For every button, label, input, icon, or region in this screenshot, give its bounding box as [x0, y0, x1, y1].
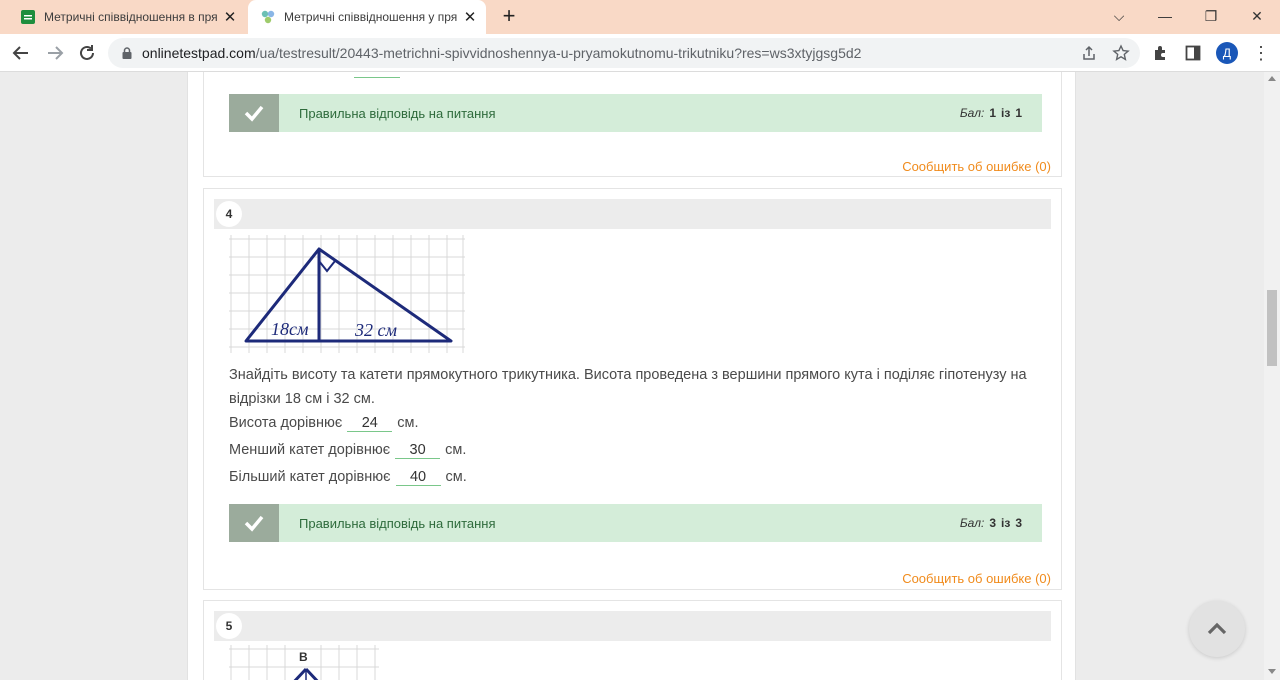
forward-arrow-icon[interactable]: [42, 40, 68, 66]
minimize-button[interactable]: —: [1142, 4, 1188, 28]
back-to-top-button[interactable]: [1189, 601, 1245, 657]
answer-prefix: Висота дорівнює: [229, 415, 343, 431]
score-got: 1: [989, 106, 996, 120]
url-path: /ua/testresult/20443-metrichni-spivvidno…: [255, 45, 862, 61]
question-number: 4: [216, 201, 242, 227]
segment-label-left: 18см: [271, 319, 309, 339]
score: Бал: 1 із 1: [960, 106, 1022, 120]
tab-search-icon[interactable]: ⌵: [1096, 4, 1142, 28]
url-text: onlinetestpad.com/ua/testresult/20443-me…: [142, 45, 861, 61]
lock-icon: [122, 47, 132, 59]
vertex-label-b: B: [299, 650, 308, 664]
question-5-figure: B: [229, 645, 379, 680]
report-error-link[interactable]: Сообщить об ошибке (0): [902, 159, 1051, 174]
browser-toolbar: onlinetestpad.com/ua/testresult/20443-me…: [0, 34, 1280, 72]
page-scrollbar[interactable]: [1264, 72, 1280, 680]
chevron-up-icon: [1207, 622, 1227, 635]
score-max: 3: [1015, 516, 1022, 530]
page-viewport: Правильна відповідь на питання Бал: 1 із 1 …: [0, 72, 1264, 680]
question-header: 4: [214, 199, 1051, 229]
tab-1-close-icon[interactable]: ✕: [220, 8, 240, 26]
result-text: Правильна відповідь на питання: [299, 105, 496, 121]
close-window-button[interactable]: ✕: [1234, 4, 1280, 28]
question-card-4: 4 18см 32 см Знайдіть висоту та катети п…: [203, 188, 1062, 590]
triangle-figure: 18см 32 см: [229, 235, 465, 353]
question-header: 5: [214, 611, 1051, 641]
question-text: Знайдіть висоту та катети прямокутного т…: [229, 367, 1027, 407]
result-bar-correct: Правильна відповідь на питання Бал: 3 із 3: [229, 504, 1042, 542]
side-panel-icon[interactable]: [1184, 44, 1202, 62]
score-of: із: [1001, 516, 1011, 530]
partial-answer-underline: [354, 77, 400, 78]
tab-2-close-icon[interactable]: ✕: [460, 8, 480, 26]
answer-line-short-leg: Менший катет дорівнює 30 см.: [229, 439, 466, 461]
url-host: onlinetestpad.com: [142, 45, 256, 61]
share-icon[interactable]: [1080, 44, 1098, 62]
tab-2-active[interactable]: Метричні співвідношення у пря ✕: [248, 0, 486, 34]
tab-strip: Метричні співвідношення в пря ✕ Метричні…: [0, 0, 1280, 34]
testpad-favicon-icon: [261, 10, 275, 24]
score-label: Бал:: [959, 516, 985, 530]
bookmark-star-icon[interactable]: [1112, 44, 1130, 62]
answer-prefix: Менший катет дорівнює: [229, 442, 391, 458]
tab-1[interactable]: Метричні співвідношення в пря ✕: [8, 0, 244, 34]
report-error-link[interactable]: Сообщить об ошибке (0): [902, 571, 1051, 586]
answer-suffix: см.: [445, 469, 467, 485]
segment-label-right: 32 см: [354, 320, 397, 340]
answer-field-short-leg: 30: [395, 442, 441, 459]
tab-2-title: Метричні співвідношення у пря: [284, 10, 458, 24]
question-number: 5: [216, 613, 242, 639]
browser-menu-icon[interactable]: ⋮: [1252, 44, 1270, 62]
test-result-page: Правильна відповідь на питання Бал: 1 із 1 …: [187, 72, 1076, 680]
score: Бал: 3 із 3: [960, 516, 1022, 530]
score-max: 1: [1015, 106, 1022, 120]
answer-line-height: Висота дорівнює 24 см.: [229, 412, 419, 434]
sheet-favicon-icon: [21, 10, 35, 24]
restore-button[interactable]: ❐: [1188, 4, 1234, 28]
check-icon: [229, 94, 279, 132]
answer-suffix: см.: [445, 442, 467, 458]
new-tab-button[interactable]: +: [498, 5, 520, 27]
score-label: Бал:: [959, 106, 985, 120]
check-icon: [229, 504, 279, 542]
scroll-thumb[interactable]: [1267, 290, 1277, 366]
result-text: Правильна відповідь на питання: [299, 515, 496, 531]
answer-prefix: Більший катет дорівнює: [229, 469, 391, 485]
result-bar-correct: Правильна відповідь на питання Бал: 1 із 1: [229, 94, 1042, 132]
score-got: 3: [989, 516, 996, 530]
scroll-down-arrow-icon[interactable]: [1268, 669, 1276, 674]
address-bar[interactable]: onlinetestpad.com/ua/testresult/20443-me…: [108, 38, 1140, 68]
tab-1-title: Метричні співвідношення в пря: [44, 10, 218, 24]
reload-icon[interactable]: [74, 40, 100, 66]
answer-line-long-leg: Більший катет дорівнює 40 см.: [229, 466, 467, 488]
scroll-up-arrow-icon[interactable]: [1268, 76, 1276, 81]
answer-field-height: 24: [347, 415, 393, 432]
answer-suffix: см.: [397, 415, 419, 431]
extensions-puzzle-icon[interactable]: [1152, 44, 1170, 62]
answer-field-long-leg: 40: [395, 469, 441, 486]
score-of: із: [1001, 106, 1011, 120]
question-card-5: 5 B: [203, 600, 1062, 680]
profile-avatar[interactable]: Д: [1216, 42, 1238, 64]
question-card-3: Правильна відповідь на питання Бал: 1 із 1 …: [203, 72, 1062, 177]
back-arrow-icon[interactable]: [8, 40, 34, 66]
